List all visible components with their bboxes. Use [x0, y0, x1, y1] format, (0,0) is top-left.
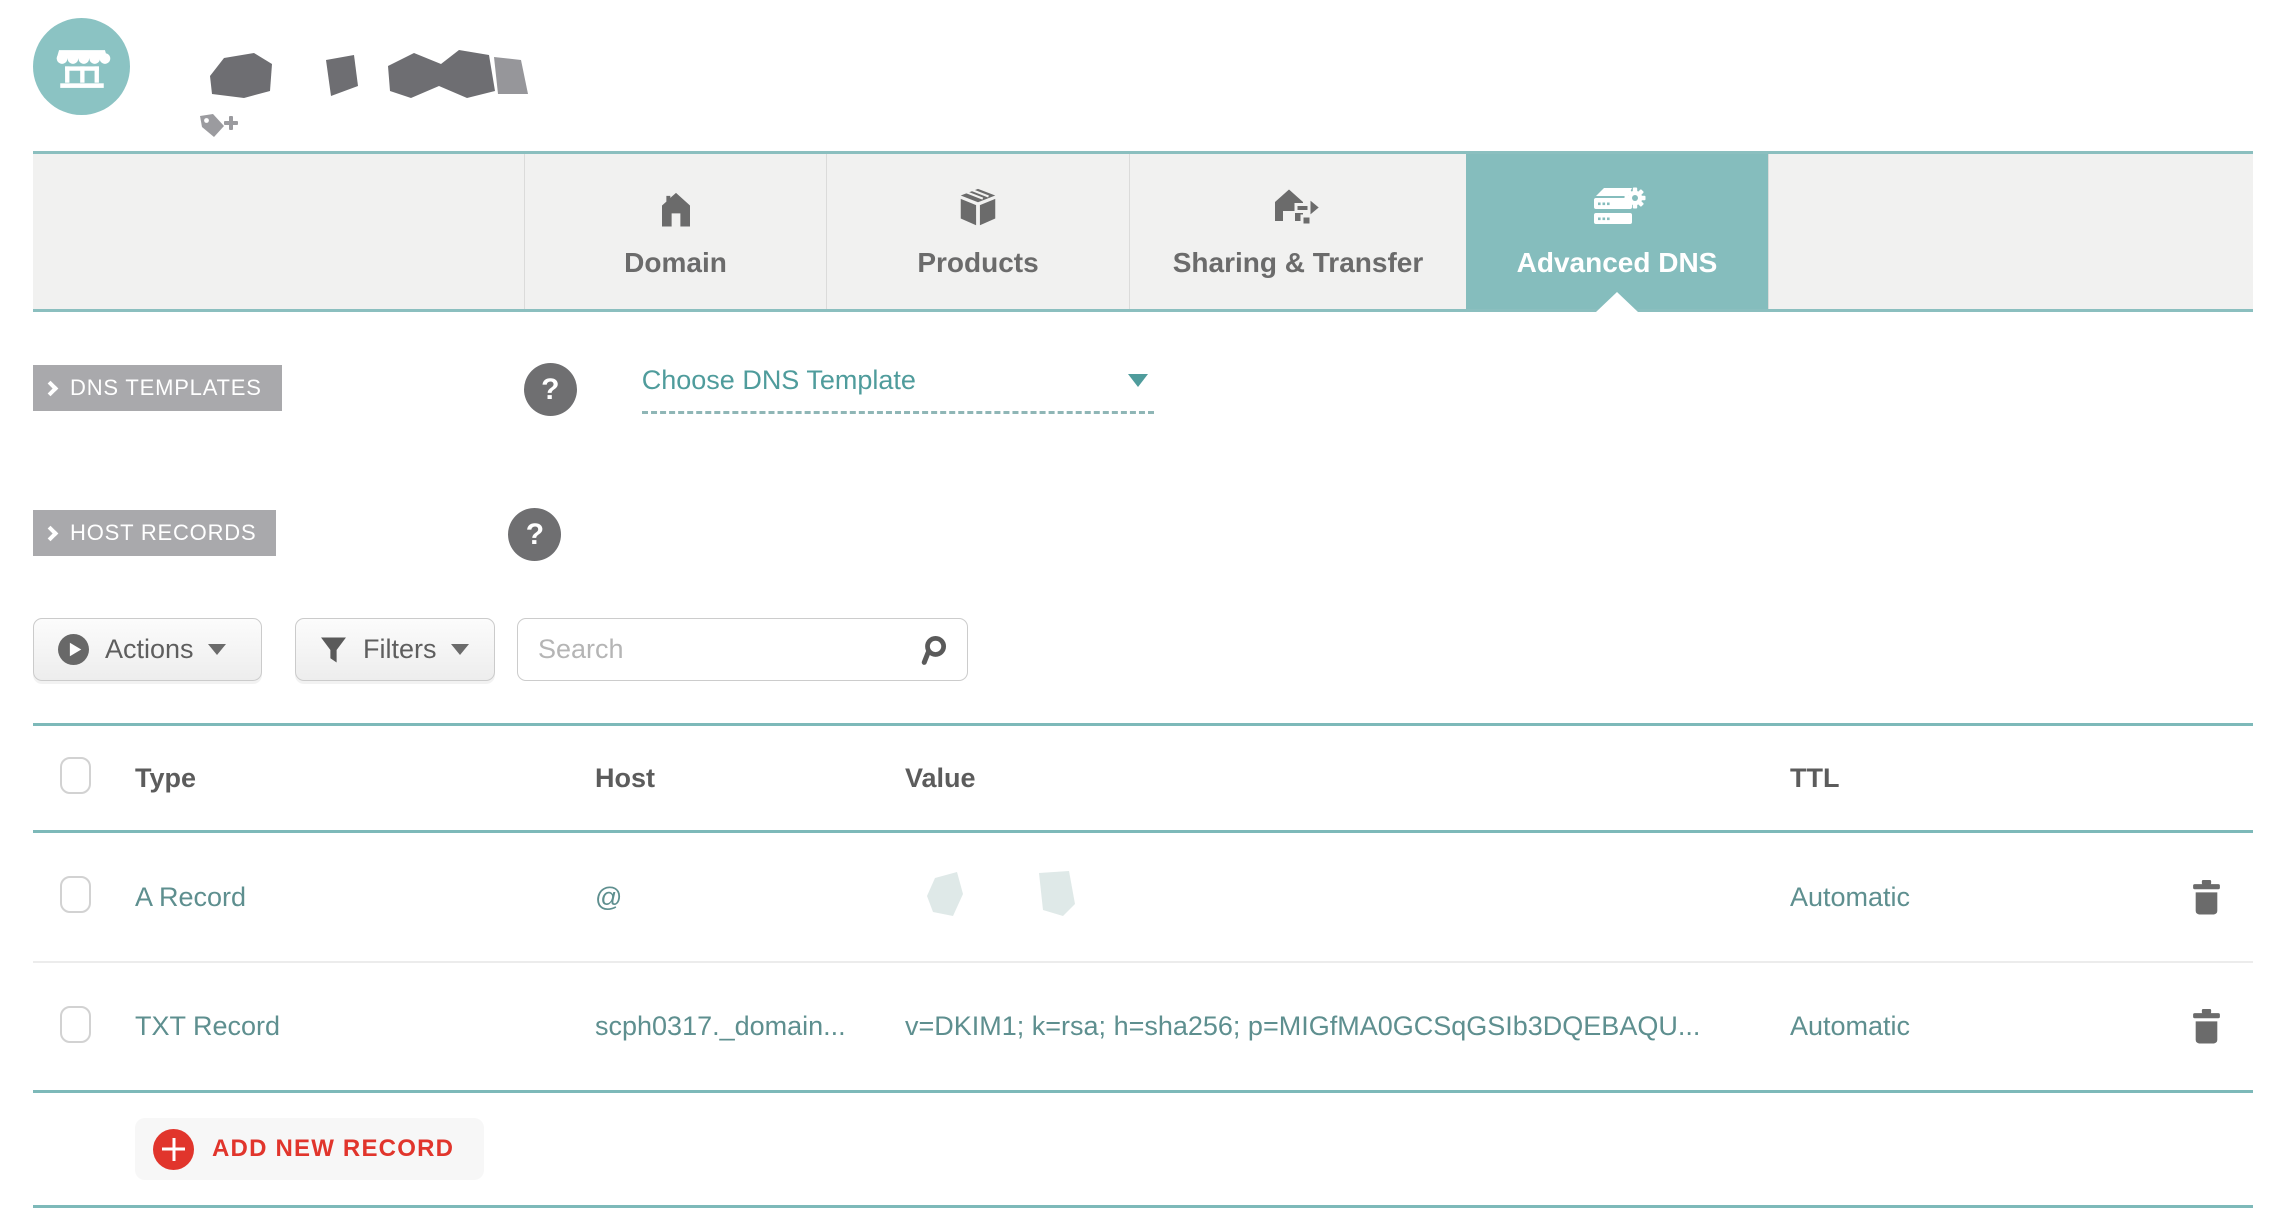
dns-template-dropdown[interactable]: Choose DNS Template: [641, 365, 1154, 414]
funnel-icon: [321, 637, 346, 662]
dns-server-gear-icon: [1594, 187, 1646, 224]
table-header-row: Type Host Value TTL: [33, 723, 2253, 833]
chevron-down-icon: [450, 644, 469, 655]
badge-label: DNS TEMPLATES: [70, 375, 262, 400]
redacted-domain-name: [210, 50, 528, 98]
tab-advanced-dns[interactable]: Advanced DNS: [1466, 154, 1768, 309]
search-input[interactable]: [538, 634, 918, 665]
records-toolbar: Actions Filters: [33, 618, 968, 681]
host-records-badge: HOST RECORDS: [33, 510, 277, 556]
advanced-dns-page: Domain Products Sharing & Transfer Advan…: [0, 0, 2286, 1232]
actions-button[interactable]: Actions: [33, 618, 262, 681]
column-header-ttl: TTL: [1790, 762, 1840, 793]
play-circle-icon: [58, 634, 89, 665]
select-all-checkbox[interactable]: [60, 757, 91, 794]
record-value[interactable]: v=DKIM1; k=rsa; h=sha256; p=MIGfMA0GCSqG…: [905, 1011, 1790, 1042]
filters-button[interactable]: Filters: [295, 618, 495, 681]
tab-label: Sharing & Transfer: [1172, 246, 1424, 278]
dns-templates-section: DNS TEMPLATES ? Choose DNS Template: [33, 363, 1154, 416]
add-new-record-label: ADD NEW RECORD: [212, 1135, 455, 1162]
dns-templates-badge: DNS TEMPLATES: [33, 365, 282, 411]
table-row: A Record @ Automatic: [33, 833, 2253, 963]
tab-products[interactable]: Products: [826, 154, 1129, 309]
tab-spacer: [33, 154, 524, 309]
record-host[interactable]: scph0317._domain...: [595, 1011, 905, 1042]
tab-bar: Domain Products Sharing & Transfer Advan…: [33, 151, 2253, 312]
column-header-type: Type: [135, 762, 197, 793]
tab-sharing-transfer[interactable]: Sharing & Transfer: [1129, 154, 1466, 309]
redacted-value-blobs: [927, 870, 1075, 916]
host-records-section: HOST RECORDS ?: [33, 508, 562, 561]
chevron-down-icon: [1127, 374, 1148, 387]
tab-domain[interactable]: Domain: [524, 154, 826, 309]
actions-button-label: Actions: [105, 634, 194, 664]
tag-plus-icon[interactable]: [196, 110, 240, 144]
record-value-redacted: [905, 864, 1790, 931]
search-icon[interactable]: [918, 634, 949, 666]
column-header-host: Host: [595, 762, 655, 793]
chevron-right-icon: [42, 380, 59, 396]
chevron-down-icon: [207, 644, 226, 655]
house-icon: [661, 192, 690, 226]
add-new-record-button[interactable]: ADD NEW RECORD: [135, 1118, 485, 1180]
host-records-help-button[interactable]: ?: [508, 508, 562, 561]
filters-button-label: Filters: [363, 634, 437, 664]
record-type[interactable]: A Record: [135, 882, 595, 913]
trash-icon: [2193, 879, 2220, 914]
record-ttl[interactable]: Automatic: [1790, 1011, 2160, 1042]
tab-label: Products: [917, 246, 1039, 278]
table-row: TXT Record scph0317._domain... v=DKIM1; …: [33, 963, 2253, 1093]
house-transfer-icon: [1275, 189, 1324, 226]
delete-record-button[interactable]: [2160, 1009, 2253, 1044]
account-header: [0, 0, 2286, 151]
dns-templates-help-button[interactable]: ?: [523, 363, 577, 416]
chevron-right-icon: [42, 525, 59, 541]
delete-record-button[interactable]: [2160, 879, 2253, 915]
badge-label: HOST RECORDS: [70, 520, 257, 545]
box-icon: [960, 188, 996, 225]
row-checkbox[interactable]: [60, 876, 91, 913]
search-box: [517, 618, 968, 681]
table-footer: ADD NEW RECORD: [33, 1093, 2253, 1208]
record-host[interactable]: @: [595, 882, 905, 913]
storefront-icon: [56, 49, 110, 88]
record-ttl[interactable]: Automatic: [1790, 882, 2160, 913]
row-checkbox[interactable]: [60, 1005, 91, 1043]
host-records-table: Type Host Value TTL A Record @ Automatic: [33, 723, 2253, 1093]
tab-label: Domain: [624, 246, 727, 278]
plus-circle-icon: [153, 1128, 194, 1170]
avatar[interactable]: [33, 18, 130, 115]
dns-template-dropdown-label: Choose DNS Template: [641, 365, 916, 395]
tab-label: Advanced DNS: [1516, 246, 1718, 278]
tab-spacer: [1768, 154, 2253, 309]
trash-icon: [2193, 1009, 2220, 1044]
column-header-value: Value: [905, 762, 976, 793]
record-type[interactable]: TXT Record: [135, 1011, 595, 1042]
